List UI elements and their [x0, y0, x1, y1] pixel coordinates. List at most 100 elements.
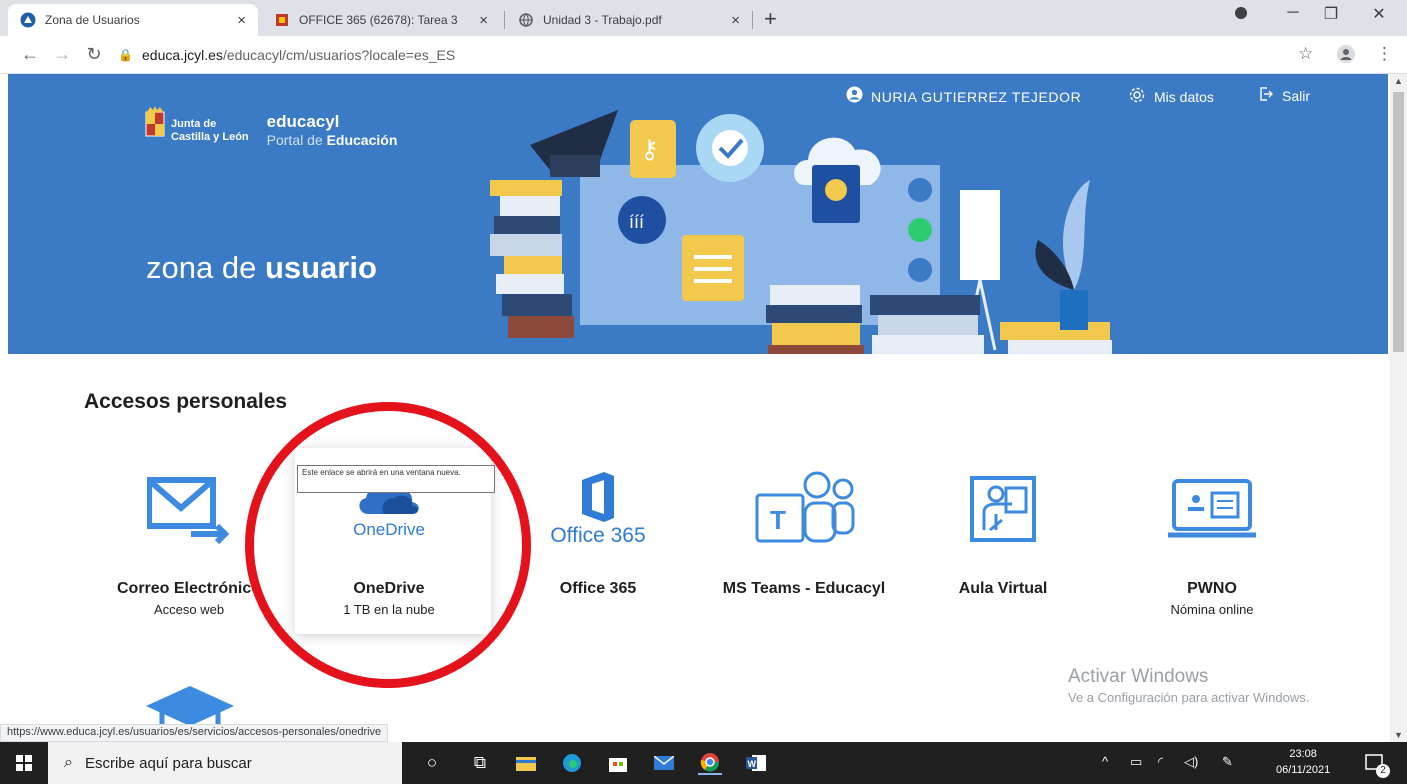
tab-unidad-3-trabajo[interactable]: Unidad 3 - Trabajo.pdf ×: [506, 4, 752, 36]
cortana-icon[interactable]: ○: [420, 751, 444, 775]
tab-zona-de-usuarios[interactable]: Zona de Usuarios ×: [8, 4, 258, 36]
tile-pwno[interactable]: PWNO Nómina online: [1117, 454, 1307, 617]
vertical-scrollbar[interactable]: ▲ ▼: [1390, 74, 1407, 742]
section-title: Accesos personales: [84, 390, 288, 413]
watermark-subtitle: Ve a Configuración para activar Windows.: [1068, 690, 1310, 705]
forward-arrow-icon[interactable]: →: [50, 44, 74, 65]
status-bar-url: https://www.educa.jcyl.es/usuarios/es/se…: [0, 724, 389, 742]
search-icon: ⌕: [64, 754, 73, 771]
pen-icon[interactable]: ✎: [1222, 754, 1233, 770]
highlight-circle: [245, 402, 531, 688]
close-tab-icon[interactable]: ×: [731, 12, 740, 29]
logout-icon: [1258, 86, 1274, 106]
edge-icon[interactable]: [560, 751, 584, 775]
restore-button[interactable]: ❐: [1316, 4, 1346, 24]
tile-name: Office 365: [559, 580, 637, 597]
junta-logo[interactable]: Junta de Castilla y León educacyl Portal…: [143, 106, 397, 148]
scroll-up-arrow-icon[interactable]: ▲: [1390, 76, 1407, 86]
battery-icon[interactable]: ▭: [1130, 754, 1142, 770]
salir-label: Salir: [1282, 88, 1311, 104]
task-view-icon[interactable]: ⧉: [468, 751, 492, 775]
address-bar[interactable]: 🔒 educa.jcyl.es/educacyl/cm/usuarios?loc…: [118, 41, 1288, 69]
header-banner: Junta de Castilla y León educacyl Portal…: [8, 74, 1388, 354]
search-placeholder: Escribe aquí para buscar: [84, 754, 252, 772]
tile-office-365[interactable]: Office 365 Office 365: [503, 454, 693, 598]
office-logo-text: Office 365: [550, 524, 646, 547]
file-explorer-icon[interactable]: [514, 751, 538, 775]
globe-icon: [518, 12, 534, 28]
crest-icon: [145, 106, 165, 137]
brand-name: educacyl: [266, 112, 340, 131]
taskbar-search-box[interactable]: ⌕ Escribe aquí para buscar: [48, 742, 402, 784]
tile-aula-virtual[interactable]: Aula Virtual: [908, 454, 1098, 598]
svg-text:⚷: ⚷: [640, 134, 659, 164]
profile-dot-icon[interactable]: [1226, 6, 1256, 25]
graduation-cap-icon[interactable]: [140, 682, 240, 726]
menu-kebab-icon[interactable]: ⋮: [1376, 44, 1393, 64]
logout-link[interactable]: Salir: [1258, 86, 1310, 106]
tile-subtitle: Nómina online: [1170, 602, 1254, 617]
tab-title: Zona de Usuarios: [45, 13, 140, 27]
gear-icon: [1128, 86, 1146, 108]
watermark-title: Activar Windows: [1068, 666, 1209, 687]
tile-name: MS Teams - Educacyl: [722, 580, 886, 597]
tab-separator: [752, 11, 753, 29]
office-favicon-icon: [274, 12, 290, 28]
mis-datos-link[interactable]: Mis datos: [1128, 86, 1214, 108]
payroll-laptop-icon: [1117, 454, 1307, 564]
junta-line-2: Castilla y León: [171, 131, 249, 143]
back-arrow-icon[interactable]: ←: [18, 44, 42, 65]
notification-count-badge: 2: [1376, 764, 1390, 778]
taskbar-clock[interactable]: 23:08 06/11/2021: [1276, 746, 1330, 778]
portal-subtitle: Portal de Educación: [267, 132, 398, 148]
reload-icon[interactable]: ↻: [82, 44, 106, 65]
mis-datos-label: Mis datos: [1154, 89, 1214, 105]
tile-name: Aula Virtual: [958, 580, 1048, 597]
page-title: zona de usuario: [146, 250, 377, 286]
profile-avatar-icon[interactable]: [1337, 45, 1355, 68]
tile-subtitle: Acceso web: [153, 602, 225, 617]
portal-bold: Educación: [326, 132, 398, 148]
clock-time: 23:08: [1289, 748, 1317, 760]
new-tab-button[interactable]: +: [764, 6, 777, 32]
educacyl-favicon-icon: [20, 12, 36, 28]
svg-text:ííí: ííí: [629, 212, 644, 232]
volume-icon[interactable]: ◁): [1184, 754, 1198, 770]
office-logo: Office 365: [503, 454, 693, 564]
url-path: /educacyl/cm/usuarios?locale=es_ES: [222, 47, 456, 63]
word-icon[interactable]: W: [744, 751, 768, 775]
junta-name: Junta de Castilla y León: [171, 118, 249, 144]
bookmark-star-icon[interactable]: ☆: [1298, 44, 1313, 64]
mail-app-icon[interactable]: [652, 751, 676, 775]
windows-start-icon[interactable]: [12, 751, 36, 775]
scrollbar-thumb[interactable]: [1393, 92, 1404, 352]
page-title-prefix: zona de: [146, 250, 265, 285]
chrome-icon[interactable]: [698, 751, 722, 775]
windows-activation-watermark: Activar Windows Ve a Configuración para …: [1068, 666, 1309, 705]
teams-icon: T: [704, 454, 904, 564]
svg-text:W: W: [748, 759, 757, 769]
close-tab-icon[interactable]: ×: [479, 12, 488, 29]
tray-chevron-icon[interactable]: ^: [1102, 754, 1108, 769]
browser-toolbar: ← → ↻ 🔒 educa.jcyl.es/educacyl/cm/usuari…: [0, 36, 1407, 74]
office-icon: [582, 472, 614, 522]
wifi-icon[interactable]: ◜: [1158, 754, 1163, 770]
store-icon[interactable]: [606, 751, 630, 775]
tab-title: Unidad 3 - Trabajo.pdf: [543, 13, 662, 27]
close-window-button[interactable]: ✕: [1364, 4, 1394, 24]
education-illustration: ⚷ ííí: [490, 110, 1112, 354]
close-tab-icon[interactable]: ×: [237, 12, 246, 29]
tab-title: OFFICE 365 (62678): Tarea 3: [299, 13, 458, 27]
browser-tab-strip: Zona de Usuarios × OFFICE 365 (62678): T…: [0, 0, 1407, 36]
clock-date: 06/11/2021: [1276, 764, 1331, 776]
page-title-bold: usuario: [264, 250, 377, 285]
tile-name: PWNO: [1187, 580, 1237, 597]
tab-office-365-tarea[interactable]: OFFICE 365 (62678): Tarea 3 ×: [262, 4, 500, 36]
svg-text:T: T: [770, 505, 786, 535]
portal-prefix: Portal de: [266, 132, 327, 148]
junta-line-1: Junta de: [171, 118, 217, 130]
educacyl-brand: educacyl Portal de Educación: [267, 112, 398, 148]
tile-ms-teams[interactable]: T MS Teams - Educacyl: [704, 454, 904, 598]
scroll-down-arrow-icon[interactable]: ▼: [1390, 730, 1407, 740]
minimize-button[interactable]: ─: [1278, 4, 1308, 22]
